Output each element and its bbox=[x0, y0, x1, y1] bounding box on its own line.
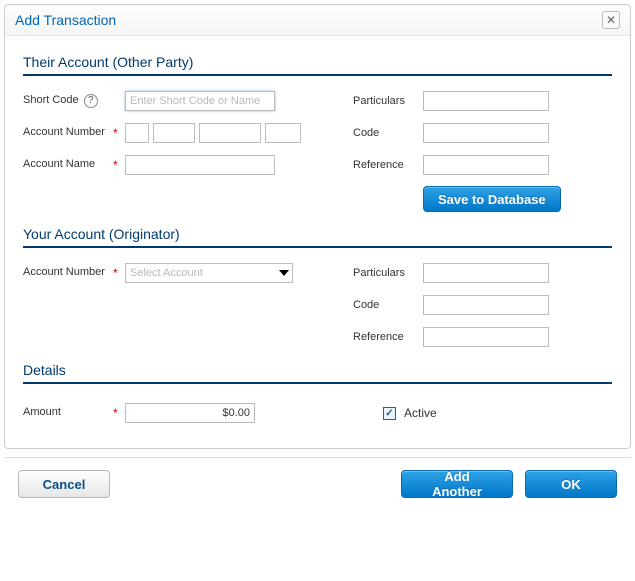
their-account-seg-4[interactable] bbox=[265, 123, 301, 143]
your-account-select-input[interactable] bbox=[125, 263, 293, 283]
your-account-number-label: Account Number bbox=[23, 266, 113, 279]
your-particulars-input[interactable] bbox=[423, 263, 549, 283]
your-account-select[interactable] bbox=[125, 263, 293, 283]
add-another-button[interactable]: Add Another bbox=[401, 470, 513, 498]
section-details: Details bbox=[23, 362, 612, 384]
help-icon[interactable]: ? bbox=[84, 94, 98, 108]
your-particulars-label: Particulars bbox=[353, 267, 423, 279]
their-account-seg-2[interactable] bbox=[153, 123, 195, 143]
their-account-name-input[interactable] bbox=[125, 155, 275, 175]
required-marker: * bbox=[113, 406, 121, 420]
their-particulars-input[interactable] bbox=[423, 91, 549, 111]
their-account-seg-3[interactable] bbox=[199, 123, 261, 143]
chevron-down-icon bbox=[279, 270, 289, 276]
amount-input[interactable] bbox=[125, 403, 255, 423]
amount-label: Amount bbox=[23, 406, 113, 419]
their-particulars-label: Particulars bbox=[353, 95, 423, 107]
dialog-footer: Cancel Add Another OK bbox=[4, 457, 631, 502]
your-reference-input[interactable] bbox=[423, 327, 549, 347]
short-code-input[interactable] bbox=[125, 91, 275, 111]
cancel-button[interactable]: Cancel bbox=[18, 470, 110, 498]
their-reference-input[interactable] bbox=[423, 155, 549, 175]
your-code-input[interactable] bbox=[423, 295, 549, 315]
short-code-label: Short Code ? bbox=[23, 94, 113, 108]
dialog-title: Add Transaction bbox=[15, 12, 116, 28]
their-account-seg-1[interactable] bbox=[125, 123, 149, 143]
dialog-body: Their Account (Other Party) Short Code ?… bbox=[5, 36, 630, 448]
add-transaction-dialog: Add Transaction ✕ Their Account (Other P… bbox=[4, 4, 631, 449]
required-marker: * bbox=[113, 158, 121, 172]
dialog-header: Add Transaction ✕ bbox=[5, 5, 630, 36]
their-code-label: Code bbox=[353, 127, 423, 139]
their-account-number-label: Account Number bbox=[23, 126, 113, 139]
close-icon[interactable]: ✕ bbox=[602, 11, 620, 29]
section-their-account: Their Account (Other Party) bbox=[23, 54, 612, 76]
required-marker: * bbox=[113, 126, 121, 140]
your-reference-label: Reference bbox=[353, 331, 423, 343]
required-marker: * bbox=[113, 266, 121, 280]
their-account-name-label: Account Name bbox=[23, 158, 113, 171]
their-account-number-group bbox=[125, 123, 301, 143]
section-your-account: Your Account (Originator) bbox=[23, 226, 612, 248]
active-label: Active bbox=[404, 406, 437, 420]
save-to-database-button[interactable]: Save to Database bbox=[423, 186, 561, 212]
active-checkbox[interactable]: ✓ bbox=[383, 407, 396, 420]
their-code-input[interactable] bbox=[423, 123, 549, 143]
your-code-label: Code bbox=[353, 299, 423, 311]
their-reference-label: Reference bbox=[353, 159, 423, 171]
ok-button[interactable]: OK bbox=[525, 470, 617, 498]
